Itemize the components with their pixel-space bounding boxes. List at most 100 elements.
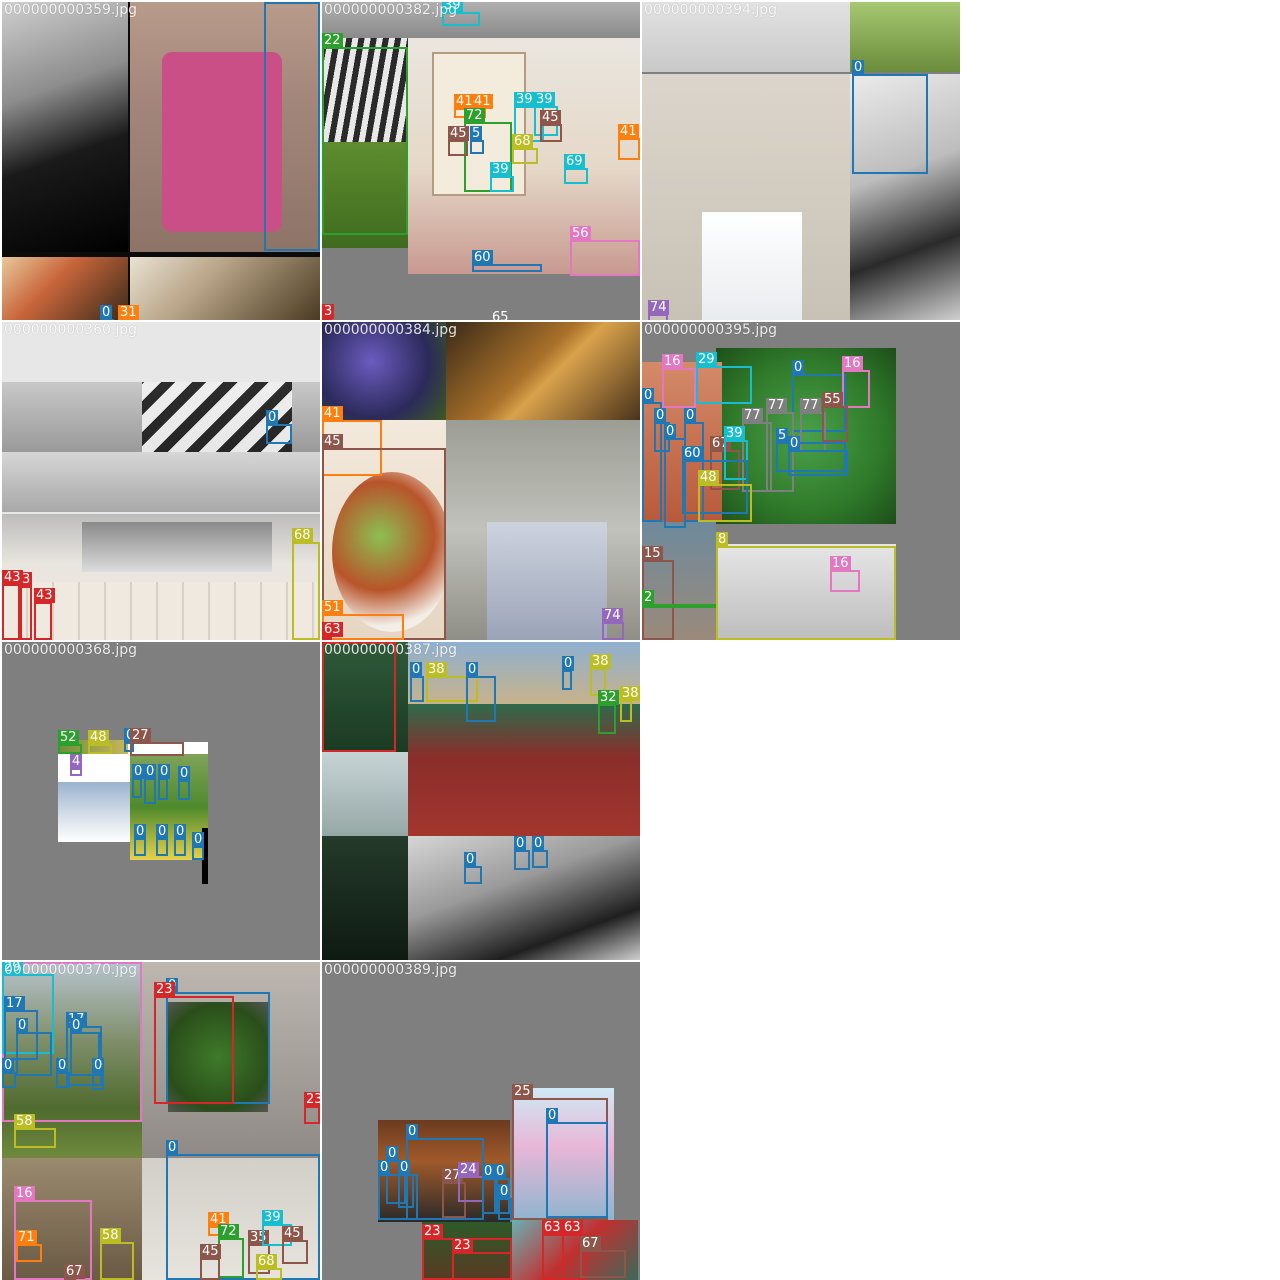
photo-patch — [487, 522, 607, 640]
bounding-box: 0 — [156, 824, 169, 856]
bounding-box: 0 — [788, 436, 848, 476]
box-label: 0 — [386, 1146, 399, 1161]
box-label: 15 — [642, 546, 663, 561]
bounding-box: 74 — [648, 300, 669, 320]
mosaic-tile: 000000000394.jpg 0 74 — [642, 2, 960, 320]
box-label: 56 — [570, 226, 591, 241]
box-label: 0 — [398, 1160, 411, 1175]
bounding-box: 0 — [264, 2, 320, 251]
box-label: 39 — [490, 162, 511, 177]
tile-filename: 000000000360.jpg — [4, 322, 137, 338]
box-label: 45 — [282, 1226, 303, 1241]
box-label: 41 — [322, 406, 343, 421]
box-label: 3 — [322, 304, 335, 319]
box-label: 23 — [154, 982, 175, 997]
bounding-box: 63 — [322, 622, 343, 640]
bounding-box: 16 — [842, 356, 870, 408]
box-label: 68 — [292, 528, 313, 543]
bounding-box: 52 — [58, 730, 82, 754]
bounding-box: 22 — [322, 33, 408, 235]
bounding-box: 32 — [598, 690, 619, 734]
bounding-box: 0 — [132, 764, 145, 798]
bounding-box: 3 — [322, 304, 335, 320]
tile-filename: 000000000389.jpg — [324, 962, 457, 978]
box-label: 0 — [178, 766, 191, 781]
box-label: 45 — [200, 1244, 221, 1259]
box-label: 77 — [800, 398, 821, 413]
bounding-box: 0 — [398, 1160, 414, 1208]
bounding-box: 23 — [304, 1092, 320, 1124]
bounding-box: 48 — [698, 470, 752, 522]
box-label: 58 — [14, 1114, 35, 1129]
box-label: 74 — [602, 608, 623, 623]
box-label: 0 — [498, 1184, 511, 1199]
photo-patch — [58, 782, 130, 842]
bounding-box: 45 — [282, 1226, 308, 1264]
tile-filename: 000000000382.jpg — [324, 2, 457, 18]
box-label: 0 — [562, 656, 575, 671]
box-label: 69 — [564, 154, 585, 169]
box-label: 0 — [378, 1160, 391, 1175]
box-label: 0 — [684, 408, 697, 423]
box-label: 0 — [264, 2, 277, 3]
bounding-box: 3 — [20, 572, 33, 640]
box-label: 0 — [144, 764, 157, 779]
mosaic-grid: 000000000359.jpg 0 0 31 000000000382.jpg… — [0, 0, 1280, 1280]
bounding-box: 0 — [100, 305, 114, 320]
box-label: 65 — [490, 310, 511, 320]
bounding-box: 5 — [470, 126, 484, 154]
box-label: 29 — [696, 352, 717, 367]
bounding-box: 31 — [118, 305, 139, 320]
box-label: 52 — [58, 730, 79, 745]
box-label: 39 — [534, 92, 555, 107]
box-label: 0 — [174, 824, 187, 839]
box-label: 0 — [70, 1018, 83, 1033]
bounding-box: 39 — [490, 162, 514, 192]
bounding-box: 74 — [602, 608, 624, 640]
tile-filename: 000000000359.jpg — [4, 2, 137, 18]
bounding-box: 23 — [452, 1238, 512, 1280]
photo-patch — [322, 752, 408, 836]
bounding-box: 29 — [696, 352, 752, 404]
bounding-box: 27 — [130, 728, 184, 756]
box-label: 31 — [118, 305, 139, 320]
bounding-box: 2 — [642, 590, 716, 608]
bounding-box: 0 — [562, 656, 575, 690]
bounding-box: 58 — [100, 1228, 134, 1280]
bounding-box — [322, 642, 396, 752]
box-label: 71 — [16, 1230, 37, 1245]
bounding-box: 0 — [56, 1058, 70, 1088]
box-label: 24 — [458, 1162, 479, 1177]
bounding-box: 0 — [144, 764, 157, 804]
bounding-box: 0 — [514, 836, 530, 870]
bounding-box: 0 — [158, 764, 171, 800]
box-label: 5 — [776, 428, 789, 443]
box-label: 4 — [70, 754, 83, 769]
box-label: 63 — [322, 622, 343, 637]
box-label: 77 — [742, 408, 763, 423]
bounding-box: 45 — [448, 126, 469, 156]
box-label: 43 — [34, 588, 55, 603]
box-label: 16 — [662, 354, 683, 369]
mosaic-tile: 000000000368.jpg 52 48 0 27 4 0 0 0 0 0 … — [2, 642, 320, 960]
box-label: 38 — [426, 662, 447, 677]
box-label: 55 — [822, 392, 843, 407]
mosaic-tile: 000000000360.jpg 0 68 43 3 43 — [2, 322, 320, 640]
box-label: 23 — [422, 1224, 443, 1239]
box-label: 72 — [464, 108, 485, 123]
bounding-box: 71 — [16, 1230, 42, 1262]
box-label: 2 — [642, 590, 655, 605]
bounding-box: 4 — [70, 754, 83, 776]
box-label: 68 — [512, 134, 533, 149]
box-label: 23 — [304, 1092, 320, 1107]
box-label: 0 — [532, 836, 545, 851]
box-label: 27 — [130, 728, 151, 743]
photo-patch — [702, 212, 802, 320]
box-label: 38 — [620, 686, 640, 701]
bounding-box: 0 — [134, 824, 147, 856]
tile-filename: 000000000384.jpg — [324, 322, 457, 338]
box-label: 0 — [546, 1108, 559, 1123]
bounding-box: 41 — [618, 124, 640, 160]
bounding-box: 68 — [256, 1254, 282, 1280]
box-label: 17 — [4, 996, 25, 1011]
